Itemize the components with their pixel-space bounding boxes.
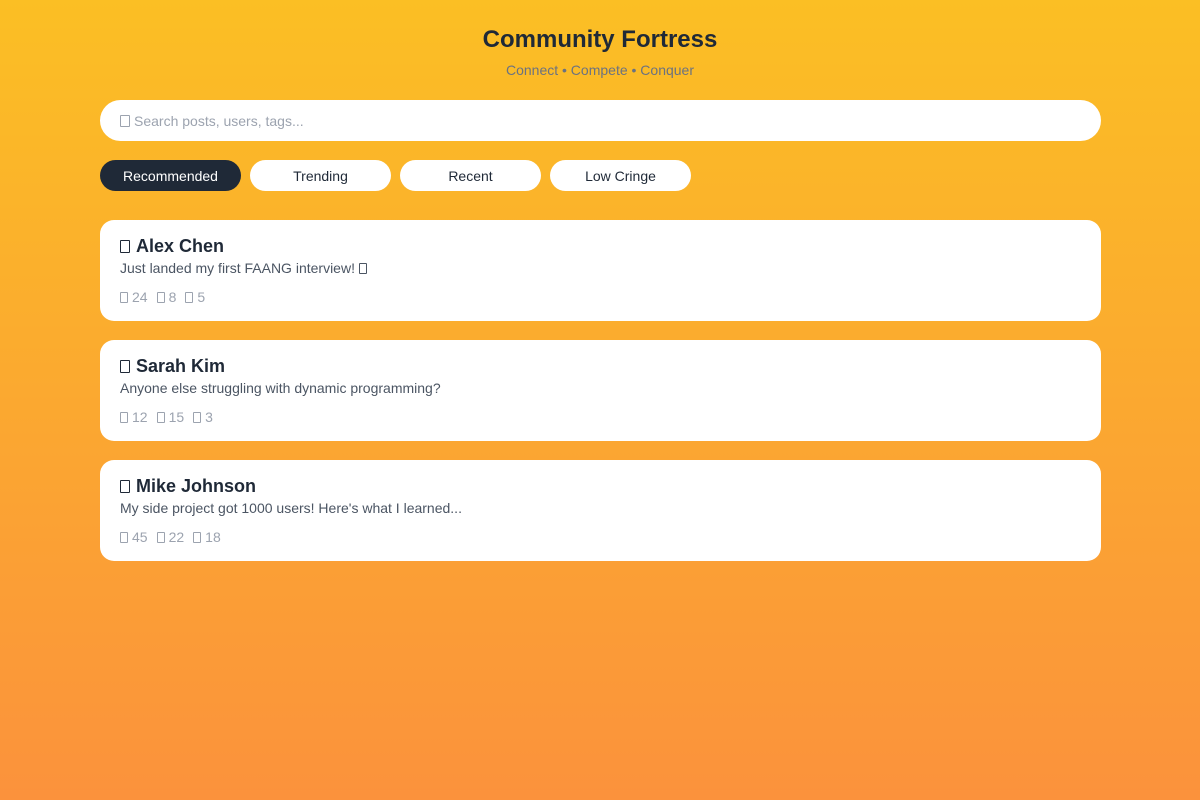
- like-button[interactable]: 45: [120, 529, 148, 545]
- comment-button[interactable]: 15: [156, 409, 185, 425]
- user-icon: [120, 239, 130, 253]
- share-icon: [185, 291, 194, 303]
- post-text: Just landed my first FAANG interview!: [120, 260, 355, 276]
- post-text-row: My side project got 1000 users! Here's w…: [120, 500, 1081, 516]
- tab-recent[interactable]: Recent: [400, 160, 541, 191]
- share-count: 18: [205, 529, 221, 545]
- post-author-row: Sarah Kim: [120, 356, 1081, 376]
- post-feed: Alex Chen Just landed my first FAANG int…: [100, 220, 1101, 580]
- comment-button[interactable]: 8: [156, 289, 177, 305]
- comment-icon: [156, 291, 165, 303]
- user-icon: [120, 359, 130, 373]
- heart-icon: [120, 531, 128, 543]
- comment-count: 15: [168, 409, 185, 425]
- post-author-row: Mike Johnson: [120, 476, 1081, 496]
- post-text: My side project got 1000 users! Here's w…: [120, 500, 462, 516]
- comment-icon: [156, 411, 165, 423]
- heart-icon: [120, 291, 128, 303]
- tab-recommended[interactable]: Recommended: [100, 160, 241, 191]
- comment-icon: [156, 531, 165, 543]
- share-button[interactable]: 3: [193, 409, 213, 425]
- post-author[interactable]: Alex Chen: [136, 236, 224, 256]
- post-text-row: Just landed my first FAANG interview!: [120, 260, 1081, 276]
- post-card[interactable]: Alex Chen Just landed my first FAANG int…: [100, 220, 1101, 321]
- search-input[interactable]: [134, 110, 1034, 131]
- share-button[interactable]: 18: [193, 529, 221, 545]
- tab-low-cringe[interactable]: Low Cringe: [550, 160, 691, 191]
- post-card[interactable]: Sarah Kim Anyone else struggling with dy…: [100, 340, 1101, 441]
- page-header: Community Fortress Connect • Compete • C…: [0, 26, 1200, 78]
- filter-tabs: Recommended Trending Recent Low Cringe: [100, 160, 691, 191]
- comment-count: 22: [168, 529, 185, 545]
- page-subtitle: Connect • Compete • Conquer: [505, 62, 694, 78]
- like-count: 24: [132, 289, 148, 305]
- post-stats: 12 15 3: [120, 409, 1081, 425]
- post-card[interactable]: Mike Johnson My side project got 1000 us…: [100, 460, 1101, 561]
- comment-button[interactable]: 22: [156, 529, 185, 545]
- share-button[interactable]: 5: [185, 289, 205, 305]
- page-title: Community Fortress: [482, 26, 718, 53]
- heart-icon: [120, 411, 128, 423]
- share-count: 5: [197, 289, 206, 305]
- share-icon: [193, 531, 202, 543]
- post-text: Anyone else struggling with dynamic prog…: [120, 380, 441, 396]
- user-icon: [120, 479, 130, 493]
- comment-count: 8: [168, 289, 177, 305]
- like-count: 12: [132, 409, 148, 425]
- celebration-icon: [358, 262, 367, 274]
- search-bar[interactable]: [100, 100, 1101, 141]
- share-icon: [193, 411, 202, 423]
- like-button[interactable]: 12: [120, 409, 148, 425]
- like-count: 45: [132, 529, 148, 545]
- post-text-row: Anyone else struggling with dynamic prog…: [120, 380, 1081, 396]
- post-stats: 24 8 5: [120, 289, 1081, 305]
- post-author-row: Alex Chen: [120, 236, 1081, 256]
- share-count: 3: [205, 409, 213, 425]
- search-icon: [120, 114, 130, 127]
- post-stats: 45 22 18: [120, 529, 1081, 545]
- like-button[interactable]: 24: [120, 289, 148, 305]
- post-author[interactable]: Mike Johnson: [136, 476, 256, 496]
- tab-trending[interactable]: Trending: [250, 160, 391, 191]
- post-author[interactable]: Sarah Kim: [136, 356, 225, 376]
